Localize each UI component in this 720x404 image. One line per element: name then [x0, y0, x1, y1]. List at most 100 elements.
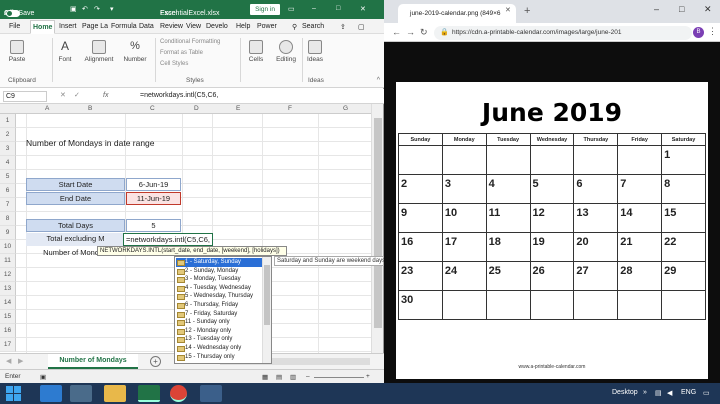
row-header[interactable]: 14 — [0, 296, 16, 310]
format-as-table-button[interactable]: Format as Table — [160, 50, 203, 56]
customize-qat-icon[interactable]: ▾ — [110, 5, 114, 13]
cells-button[interactable]: Cells — [244, 34, 268, 63]
volume-icon[interactable]: ◀ — [667, 389, 672, 397]
search-icon[interactable]: ⚲ — [292, 23, 297, 31]
vertical-scrollbar[interactable] — [371, 104, 383, 353]
windows-start-icon[interactable] — [6, 386, 21, 401]
weekend-option[interactable]: 1 - Saturday, Sunday — [176, 258, 262, 267]
weekend-option[interactable]: 3 - Monday, Tuesday — [176, 275, 262, 284]
row-header[interactable]: 1 — [0, 114, 16, 128]
close-tab-icon[interactable]: ✕ — [505, 6, 511, 14]
tab-data[interactable]: Data — [139, 23, 154, 30]
enter-icon[interactable]: ✓ — [74, 91, 80, 99]
zoom-slider[interactable] — [314, 377, 364, 378]
redo-icon[interactable]: ↷ — [94, 5, 100, 13]
scroll-thumb[interactable] — [374, 118, 382, 328]
row-header[interactable]: 7 — [0, 198, 16, 212]
address-bar[interactable]: 🔒 https://cdn.a-printable-calendar.com/im… — [434, 26, 692, 40]
explorer-icon[interactable] — [70, 385, 92, 402]
weekend-option[interactable]: 13 - Tuesday only — [176, 335, 262, 344]
share-icon[interactable]: ⇪ — [340, 23, 346, 31]
end-date-label[interactable]: End Date — [26, 192, 125, 205]
powershell-icon[interactable] — [40, 385, 62, 402]
language-indicator[interactable]: ENG — [681, 389, 696, 396]
tab-power[interactable]: Power — [257, 23, 277, 30]
insert-function-icon[interactable]: fx — [103, 92, 108, 99]
weekend-option[interactable]: 5 - Wednesday, Thursday — [176, 292, 262, 301]
row-header[interactable]: 15 — [0, 310, 16, 324]
excel-taskbar-icon[interactable] — [138, 385, 160, 402]
forward-icon[interactable]: → — [406, 27, 415, 37]
undo-icon[interactable]: ↶ — [82, 5, 88, 13]
weekend-option[interactable]: 2 - Sunday, Monday — [176, 267, 262, 276]
column-header-e[interactable]: E — [236, 105, 240, 112]
network-icon[interactable]: ▤ — [655, 389, 662, 397]
column-header-f[interactable]: F — [288, 105, 292, 112]
close-icon[interactable]: ✕ — [360, 5, 366, 13]
start-date-label[interactable]: Start Date — [26, 178, 125, 191]
row-header[interactable]: 6 — [0, 184, 16, 198]
close-icon[interactable]: ✕ — [704, 4, 712, 15]
more-menu-icon[interactable]: ⋮ — [708, 26, 717, 37]
tab-review[interactable]: Review — [160, 23, 183, 30]
zoom-in-icon[interactable]: + — [366, 373, 370, 380]
reload-icon[interactable]: ↻ — [420, 27, 428, 38]
tab-help[interactable]: Help — [236, 23, 250, 30]
tab-developer[interactable]: Develo — [206, 23, 228, 30]
cancel-icon[interactable]: ✕ — [60, 91, 66, 99]
number-button[interactable]: % Number — [120, 34, 150, 63]
tab-page-layout[interactable]: Page La — [82, 23, 108, 30]
formula-input[interactable]: =networkdays.intl(C5,C6, — [140, 92, 218, 99]
name-box[interactable]: C9 — [3, 91, 47, 102]
profile-avatar[interactable]: B — [693, 27, 704, 38]
row-header[interactable]: 12 — [0, 268, 16, 282]
column-header-c[interactable]: C — [150, 105, 155, 112]
prev-sheet-icon[interactable]: ◀ — [6, 357, 11, 365]
browser-tab[interactable]: june-2019-calendar.png (849×6 — [398, 4, 516, 23]
file-explorer-icon[interactable] — [104, 385, 126, 402]
row-header[interactable]: 3 — [0, 142, 16, 156]
collapse-ribbon-icon[interactable]: ^ — [377, 77, 380, 84]
tab-formulas[interactable]: Formula — [111, 23, 137, 30]
active-cell-editor[interactable]: =networkdays.intl(C5,C6, — [123, 233, 213, 246]
column-header-b[interactable]: B — [88, 105, 92, 112]
row-header[interactable]: 8 — [0, 212, 16, 226]
row-header[interactable]: 9 — [0, 226, 16, 240]
zoom-out-icon[interactable]: – — [306, 373, 310, 380]
weekend-option[interactable]: 6 - Thursday, Friday — [176, 301, 262, 310]
font-button[interactable]: A Font — [54, 34, 76, 63]
column-header-a[interactable]: A — [45, 105, 49, 112]
alignment-button[interactable]: Alignment — [82, 34, 116, 63]
normal-view-icon[interactable]: ▦ — [262, 373, 268, 381]
tab-file[interactable]: File — [9, 23, 20, 30]
accessibility-icon[interactable]: ▣ — [40, 373, 46, 381]
new-tab-icon[interactable]: + — [524, 5, 530, 17]
conditional-formatting-button[interactable]: Conditional Formatting — [160, 39, 220, 45]
number-of-mondays-label[interactable]: Number of Mond — [26, 247, 99, 259]
next-sheet-icon[interactable]: ▶ — [18, 357, 23, 365]
cell-styles-button[interactable]: Cell Styles — [160, 61, 188, 67]
weekend-option[interactable]: 15 - Thursday only — [176, 353, 262, 362]
editing-button[interactable]: Editing — [272, 34, 300, 63]
options-scroll-thumb[interactable] — [264, 265, 270, 325]
tray-chevron-icon[interactable]: » — [643, 389, 647, 396]
tab-insert[interactable]: Insert — [59, 23, 77, 30]
maximize-icon[interactable]: □ — [679, 4, 684, 14]
back-icon[interactable]: ← — [392, 27, 401, 37]
maximize-icon[interactable]: □ — [336, 5, 340, 12]
save-icon[interactable]: ▣ — [70, 5, 77, 13]
start-date-value[interactable]: 6-Jun-19 — [126, 178, 181, 191]
comments-icon[interactable]: ▢ — [358, 23, 365, 31]
app-taskbar-icon[interactable] — [200, 385, 222, 402]
row-header[interactable]: 16 — [0, 324, 16, 338]
weekend-option[interactable]: 14 - Wednesday only — [176, 344, 262, 353]
weekend-option[interactable]: 4 - Tuesday, Wednesday — [176, 284, 262, 293]
weekend-option[interactable]: 7 - Friday, Saturday — [176, 310, 262, 319]
ideas-button[interactable]: Ideas — [304, 34, 326, 63]
minimize-icon[interactable]: – — [654, 4, 659, 14]
row-header[interactable]: 4 — [0, 156, 16, 170]
page-layout-view-icon[interactable]: ▤ — [276, 373, 282, 381]
row-header[interactable]: 13 — [0, 282, 16, 296]
column-header-g[interactable]: G — [343, 105, 348, 112]
paste-button[interactable]: Paste — [6, 34, 28, 63]
